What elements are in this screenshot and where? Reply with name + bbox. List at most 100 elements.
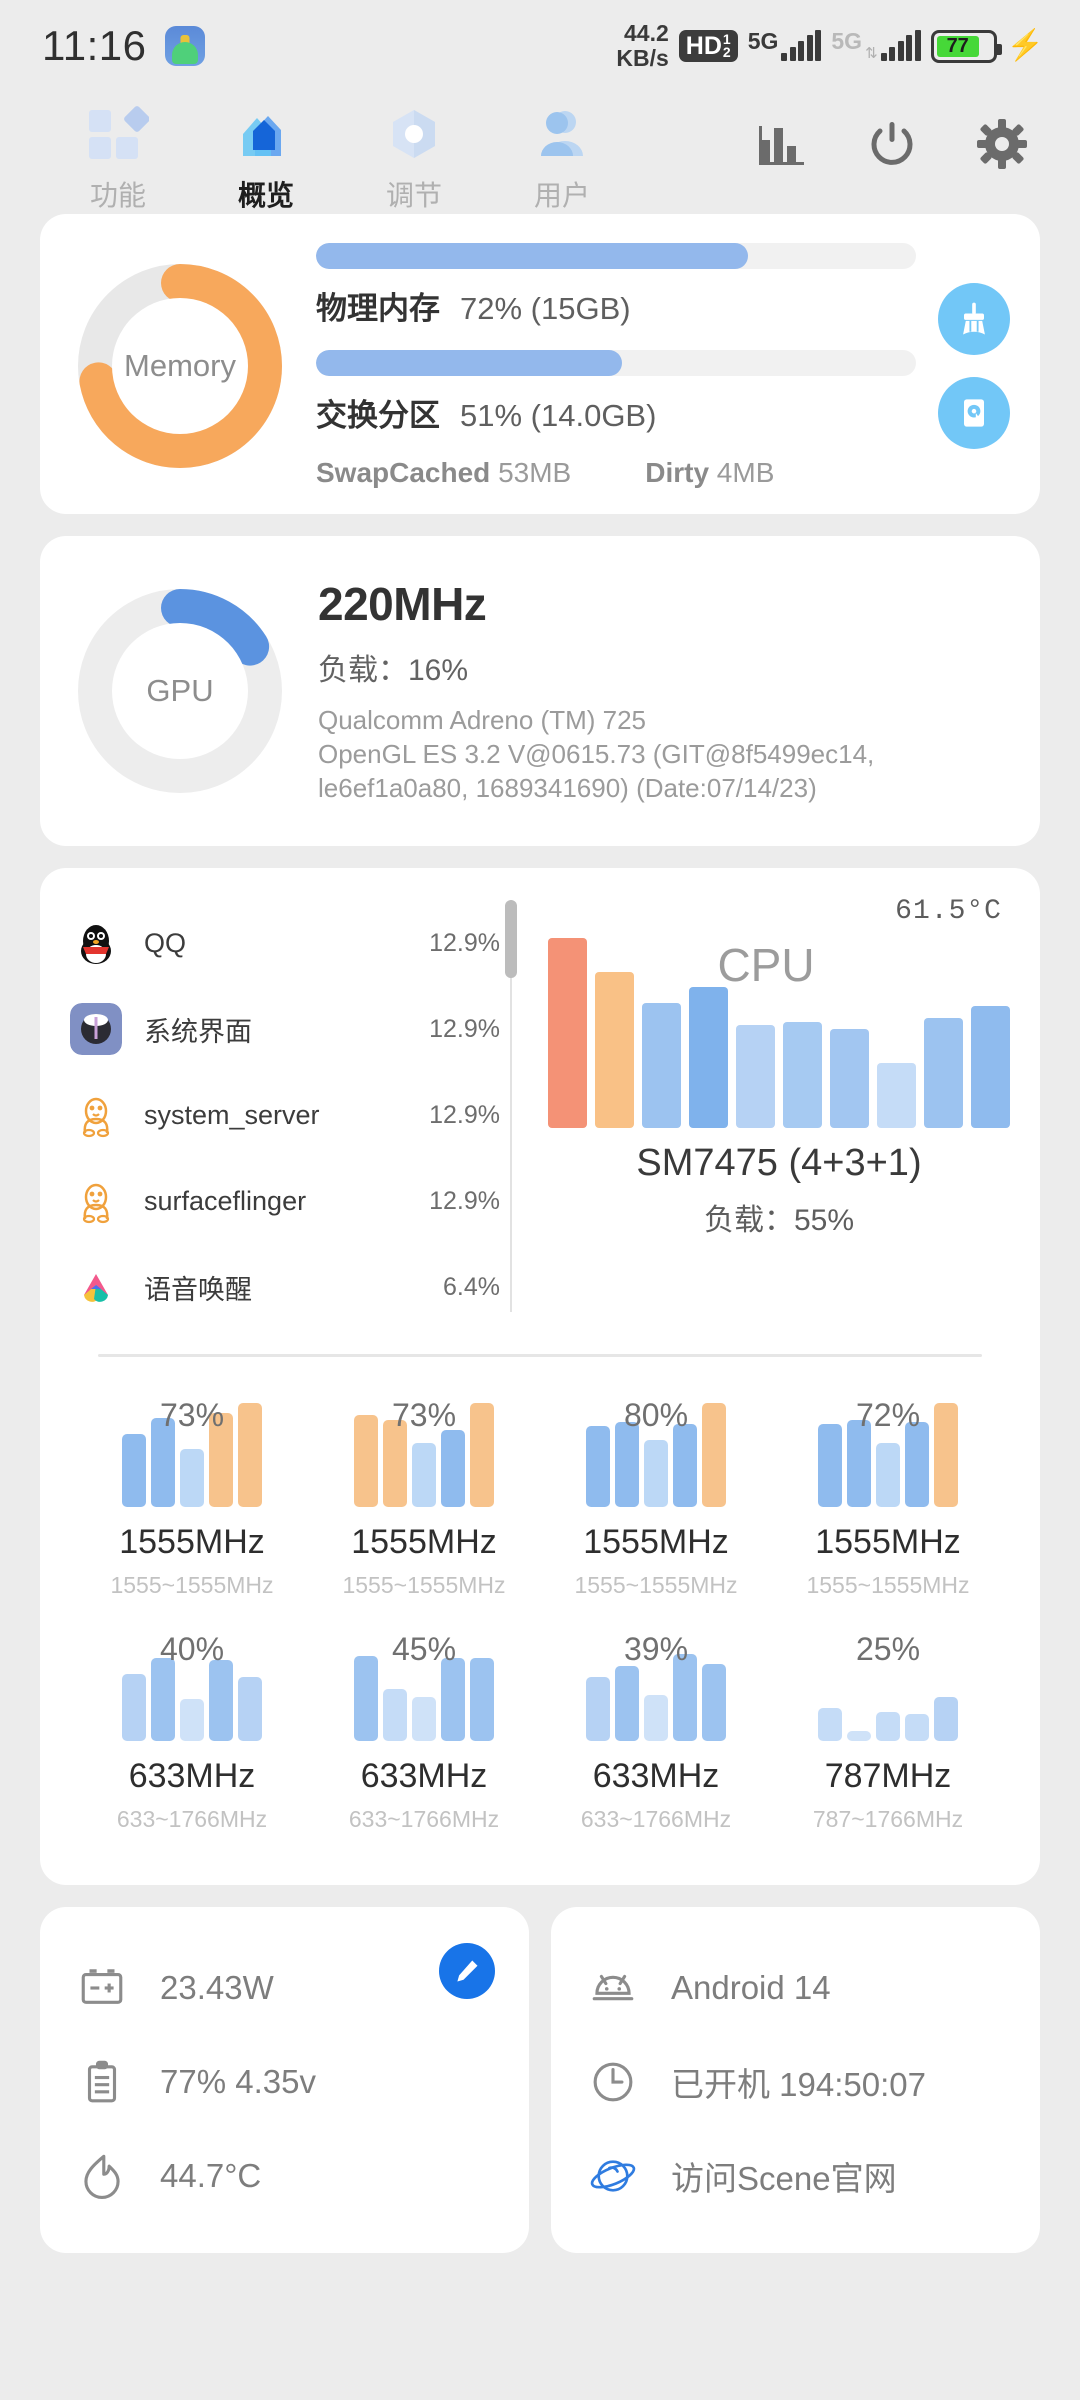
core-frequency-range: 1555~1555MHz [342,1572,506,1598]
core-mini-bar [644,1695,668,1741]
core-frequency: 1555MHz [815,1523,961,1561]
core-frequency-range: 787~1766MHz [812,1806,964,1832]
charging-bolt-icon: ⚡ [1006,29,1044,62]
data-transfer-icon: ⇅ [865,45,878,62]
memory-card[interactable]: Memory 物理内存 72% (15GB) 交换分区 51% (14.0GB) S… [40,214,1040,514]
memory-footer-stats: SwapCached 53MB Dirty 4MB [316,457,916,489]
cpu-core-tile[interactable]: 73% 1555MHz 1555~1555MHz [76,1383,308,1617]
battery-terminal-icon [74,1960,130,2016]
network-speed-unit: KB/s [616,45,669,71]
swapcached-stat: SwapCached 53MB [316,457,572,488]
core-mini-bar [702,1664,726,1741]
clean-broom-button[interactable] [938,283,1010,355]
gpu-card[interactable]: GPU 220MHz 负载：16% Qualcomm Adreno (TM) 7… [40,536,1040,846]
tab-adjust[interactable]: 调节 [340,104,488,214]
core-usage-percent: 45% [391,1631,457,1667]
core-frequency-range: 633~1766MHz [580,1806,732,1832]
core-mini-bar [615,1421,639,1507]
android-robot-icon [585,1960,641,2016]
network-speed-value: 44.2 [624,20,669,46]
cpu-core-bar [548,938,587,1128]
tab-user[interactable]: 用户 [488,104,636,214]
process-row[interactable]: QQ 12.9% [70,900,500,986]
core-frequency: 787MHz [824,1757,952,1795]
system-card[interactable]: Android 14 已开机 194:50:07 访问Scene官网 [551,1907,1040,2253]
core-mini-bar [876,1442,900,1507]
process-list-scrollbar[interactable] [500,894,522,1330]
core-mini-bar [818,1707,842,1741]
core-mini-bar [180,1699,204,1741]
home-icon [235,104,297,166]
systemui-icon [70,1003,122,1055]
core-frequency-range: 1555~1555MHz [806,1572,970,1598]
planet-icon [585,2148,641,2204]
scene-website-row[interactable]: 访问Scene官网 [585,2129,1006,2223]
gpu-ring-label: GPU [146,673,214,708]
core-mini-bar [586,1676,610,1741]
edit-pencil-button[interactable] [439,1943,495,1999]
memory-ring-label: Memory [124,348,236,383]
uptime-row: 已开机 194:50:07 [585,2035,1006,2129]
cpu-core-chart: 61.5°C CPU SM7475 (4+3+1) 负载：55% [522,894,1010,1330]
core-mini-bar [209,1659,233,1741]
power-icon[interactable] [866,118,918,170]
power-card[interactable]: 23.43W 77% 4.35v 44.7°C [40,1907,529,2253]
android-app-icon [164,26,205,66]
battery-percent-label: 77 [946,34,969,57]
core-mini-bar [615,1666,639,1741]
linux-tux-icon [70,1175,122,1227]
core-bar-chart: 45% [348,1631,500,1741]
core-usage-percent: 80% [623,1397,689,1433]
cpu-core-tile[interactable]: 80% 1555MHz 1555~1555MHz [540,1383,772,1617]
qq-penguin-icon [70,917,122,969]
voice-wakeup-icon [70,1261,122,1313]
core-bar-chart: 73% [348,1397,500,1507]
process-cpu-percent: 12.9% [429,1100,500,1129]
process-list[interactable]: QQ 12.9% 系统界面 12.9% system_server 12.9% surfac… [70,894,500,1330]
process-row[interactable]: surfaceflinger 12.9% [70,1158,500,1244]
tab-label: 用户 [533,180,590,211]
core-usage-percent: 73% [159,1397,225,1433]
cpu-core-tile[interactable]: 25% 787MHz 787~1766MHz [772,1617,1004,1851]
swap-disk-button[interactable] [938,377,1010,449]
gpu-opengl-line1: OpenGL ES 3.2 V@0615.73 (GIT@8f5499ec14, [318,738,875,769]
cpu-core-tile[interactable]: 39% 633MHz 633~1766MHz [540,1617,772,1851]
cpu-core-tile[interactable]: 72% 1555MHz 1555~1555MHz [772,1383,1004,1617]
core-mini-bar [905,1421,929,1507]
process-cpu-percent: 12.9% [429,1014,500,1043]
tab-functions[interactable]: 功能 [44,104,192,214]
settings-gear-icon[interactable] [976,118,1028,170]
core-mini-bar [470,1403,494,1507]
core-mini-bar [354,1415,378,1507]
core-mini-bar [122,1434,146,1507]
cpu-core-tile[interactable]: 40% 633MHz 633~1766MHz [76,1617,308,1851]
physical-memory-label: 物理内存 [316,291,440,326]
process-row[interactable]: 系统界面 12.9% [70,986,500,1072]
app-screen: 11:16 44.2 KB/s HD 1 2 5G 5G ⇅ 77 ⚡ 功能 概… [0,0,1080,2400]
cpu-core-tile[interactable]: 45% 633MHz 633~1766MHz [308,1617,540,1851]
core-usage-percent: 72% [855,1397,921,1433]
swap-memory-bar [316,350,916,376]
process-cpu-percent: 12.9% [429,928,500,957]
process-row[interactable]: system_server 12.9% [70,1072,500,1158]
battery-temp-row: 44.7°C [74,2129,495,2223]
gpu-donut-chart: GPU [74,585,286,797]
core-mini-bar [151,1657,175,1741]
core-mini-bar [180,1448,204,1507]
core-frequency-range: 633~1766MHz [116,1806,268,1832]
hd-voice-icon: HD 1 2 [678,29,738,63]
core-mini-bar [905,1713,929,1741]
bottom-cards-row: 23.43W 77% 4.35v 44.7°C Android 14 已开机 1… [40,1907,1040,2253]
process-row[interactable]: 语音唤醒 6.4% [70,1244,500,1330]
tab-overview[interactable]: 概览 [192,104,340,214]
cpu-core-tile[interactable]: 73% 1555MHz 1555~1555MHz [308,1383,540,1617]
swap-memory-value: 51% (14.0GB) [460,398,657,433]
tab-label: 概览 [237,180,294,211]
cpu-core-bar [877,1063,916,1128]
swap-memory-label: 交换分区 [316,398,440,433]
status-bar-clock: 11:16 [42,22,147,69]
core-bar-chart: 39% [580,1631,732,1741]
stats-icon[interactable] [756,118,808,170]
cpu-card[interactable]: QQ 12.9% 系统界面 12.9% system_server 12.9% surfac… [40,868,1040,1885]
cpu-chip-name: SM7475 (4+3+1) [636,1142,922,1184]
